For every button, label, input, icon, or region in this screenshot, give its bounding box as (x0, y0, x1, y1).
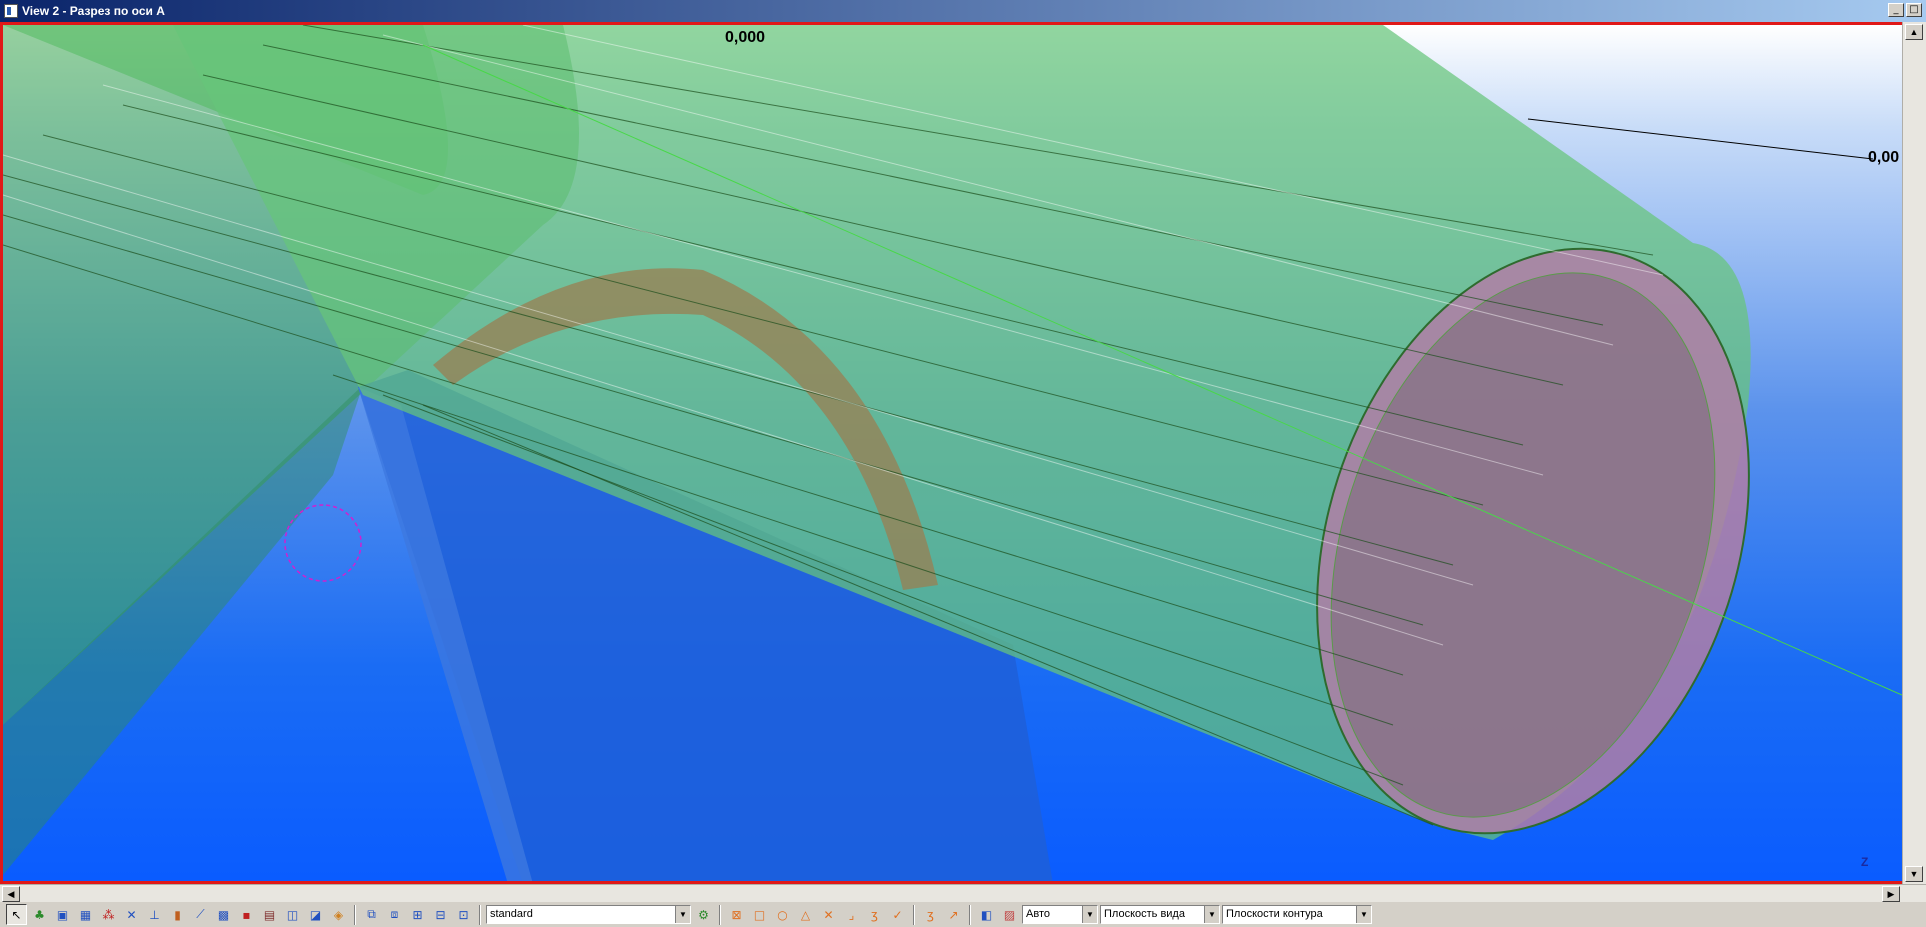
work-plane-value: Плоскость вида (1104, 908, 1185, 920)
point-snap-icon[interactable]: ▣ (52, 904, 73, 925)
view-icon (4, 4, 18, 18)
toolbar-separator (479, 904, 481, 925)
view-mode-select[interactable]: Авто ▼ (1022, 905, 1098, 924)
cross-icon[interactable]: ✕ (818, 904, 839, 925)
extension-snap-icon[interactable]: ⟋ (190, 904, 211, 925)
scroll-down-arrow[interactable]: ▼ (1905, 866, 1923, 882)
axis-z-indicator: Z (1861, 855, 1869, 869)
render-mode-icon[interactable]: ◧ (976, 904, 997, 925)
window-controls: _ □ (1888, 3, 1922, 17)
chevron-down-icon[interactable]: ▼ (1204, 906, 1219, 923)
bottom-toolbar: ↖ ♣ ▣ ▦ ⁂ ✕ ⊥ ▮ ⟋ ▩ ▪ ▤ ◫ ◪ ◈ ⧉ ⧈ ⊞ ⊟ ⊡ … (0, 902, 1926, 927)
nearest-snap-icon[interactable]: ▪ (236, 904, 257, 925)
scroll-right-arrow[interactable]: ▶ (1882, 886, 1900, 902)
triangle-icon[interactable]: △ (795, 904, 816, 925)
chevron-down-icon[interactable]: ▼ (1082, 906, 1097, 923)
3d-viewport[interactable]: 0,000 0,00 Z (0, 22, 1902, 884)
horizontal-scrollbar[interactable]: ◀ ▶ (0, 884, 1926, 902)
contour-planes-value: Плоскости контура (1226, 908, 1323, 920)
midpoint-snap-icon[interactable]: ▦ (75, 904, 96, 925)
custom-icon[interactable]: ʒ (920, 904, 941, 925)
toolbar-separator (354, 904, 356, 925)
vertical-scrollbar[interactable]: ▲ ▼ (1902, 22, 1926, 884)
perpendicular-snap-icon[interactable]: ⊥ (144, 904, 165, 925)
contour-planes-select[interactable]: Плоскости контура ▼ (1222, 905, 1372, 924)
filter-settings-icon[interactable]: ⚙ (693, 904, 714, 925)
plane-snap-icon[interactable]: ◈ (328, 904, 349, 925)
level-label-top: 0,000 (725, 29, 766, 46)
toolbar-separator (719, 904, 721, 925)
intersection-snap-icon[interactable]: ✕ (121, 904, 142, 925)
reference-line (1527, 118, 1874, 160)
check-icon[interactable]: ✓ (887, 904, 908, 925)
maximize-button[interactable]: □ (1906, 3, 1922, 17)
toolbar-separator (913, 904, 915, 925)
arrow-icon[interactable]: ↗ (943, 904, 964, 925)
display-settings-icon[interactable]: ▨ (999, 904, 1020, 925)
window-title: View 2 - Разрез по оси А (22, 4, 165, 18)
center-icon[interactable]: □ (749, 904, 770, 925)
work-plane-select[interactable]: Плоскость вида ▼ (1100, 905, 1220, 924)
circle-icon[interactable]: ○ (772, 904, 793, 925)
select-parts-icon[interactable]: ⧈ (384, 904, 405, 925)
part-snap-icon[interactable]: ◫ (282, 904, 303, 925)
phase-filter-select[interactable]: standard ▼ (486, 905, 691, 924)
tangent-icon[interactable]: ʒ (864, 904, 885, 925)
reference-snap-icon[interactable]: ◪ (305, 904, 326, 925)
chevron-down-icon[interactable]: ▼ (1356, 906, 1371, 923)
window-titlebar: View 2 - Разрез по оси А _ □ (0, 0, 1926, 22)
toolbar-separator (969, 904, 971, 925)
line-snap-icon[interactable]: ▮ (167, 904, 188, 925)
select-all-icon[interactable]: ⧉ (361, 904, 382, 925)
scroll-left-arrow[interactable]: ◀ (2, 886, 20, 902)
select-bolts-icon[interactable]: ⊡ (453, 904, 474, 925)
corner-icon[interactable]: ⌟ (841, 904, 862, 925)
grid-snap-icon[interactable]: ⁂ (98, 904, 119, 925)
end-point-icon[interactable]: ⊠ (726, 904, 747, 925)
chevron-down-icon[interactable]: ▼ (675, 906, 690, 923)
phase-filter-value: standard (490, 908, 533, 920)
tree-icon[interactable]: ♣ (29, 904, 50, 925)
select-icon[interactable]: ↖ (6, 904, 27, 925)
minimize-button[interactable]: _ (1888, 3, 1904, 17)
level-label-right: 0,00 (1868, 149, 1900, 166)
view-mode-value: Авто (1026, 908, 1050, 920)
component-snap-icon[interactable]: ▤ (259, 904, 280, 925)
free-snap-icon[interactable]: ▩ (213, 904, 234, 925)
select-assembly-icon[interactable]: ⊞ (407, 904, 428, 925)
model-geometry (3, 25, 1902, 881)
work-point-marker (284, 504, 362, 582)
select-welds-icon[interactable]: ⊟ (430, 904, 451, 925)
scroll-up-arrow[interactable]: ▲ (1905, 24, 1923, 40)
